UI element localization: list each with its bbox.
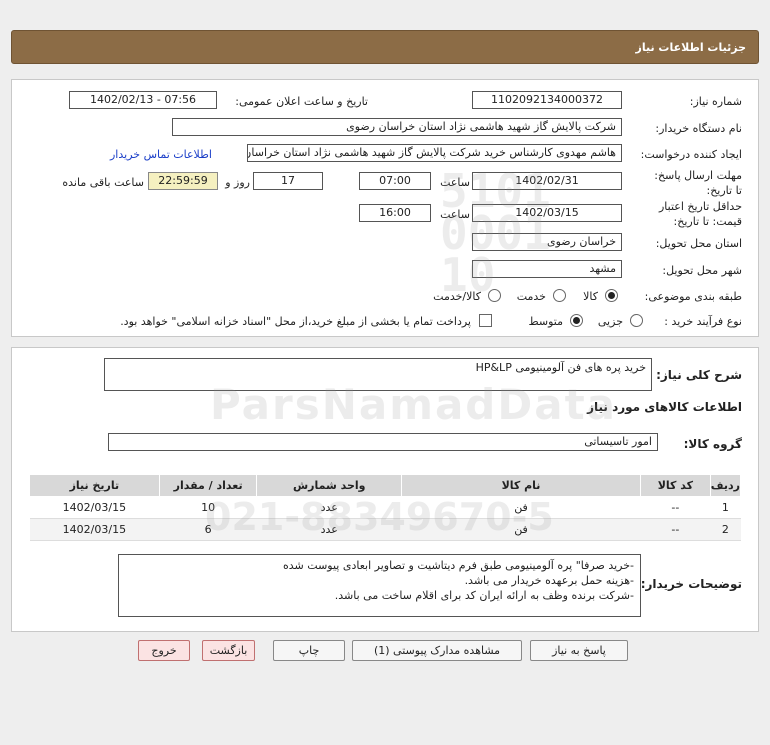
cell-row: 1 [710,496,741,519]
category-radio-service[interactable] [553,289,566,302]
days-label: روز و [225,176,250,189]
col-quantity: تعداد / مقدار [158,474,258,497]
print-button[interactable]: چاپ [273,640,345,661]
city-label: شهر محل تحویل: [662,264,742,277]
cell-name: فن [401,518,641,541]
category-radio-goods-service[interactable] [488,289,501,302]
exit-button[interactable]: خروج [138,640,190,661]
treasury-payment-checkbox[interactable] [479,314,492,327]
category-option-goods: کالا [583,290,598,303]
goods-group-label: گروه کالا: [683,437,742,451]
requester-field: هاشم مهدوی کارشناس خرید شرکت پالایش گاز … [247,144,622,162]
province-label: استان محل تحویل: [655,237,742,250]
category-label: طبقه بندی موضوعی: [644,290,742,303]
need-number-field: 1102092134000372 [472,91,622,109]
col-date: تاریخ نیاز [29,474,160,497]
cell-quantity: 10 [159,496,257,519]
cell-name: فن [401,496,641,519]
buyer-notes-box: -خرید صرفا" پره آلومینیومی طبق فرم دیتاش… [118,554,641,617]
buyer-org-label: نام دستگاه خریدار: [655,122,742,135]
reply-time-field: 07:00 [359,172,431,190]
province-field: خراسان رضوی [472,233,622,251]
goods-group-field: امور تاسیساتی [108,433,658,451]
col-name: نام کالا [400,474,642,497]
category-option-goods-service: کالا/خدمت [433,290,481,303]
cell-unit: عدد [256,496,402,519]
city-field: مشهد [472,260,622,278]
process-radio-minor[interactable] [630,314,643,327]
remaining-label: ساعت باقی مانده [62,176,144,189]
process-option-minor: جزیی [597,315,623,328]
reply-date-field: 1402/02/31 [472,172,622,190]
remaining-time-field: 22:59:59 [148,172,218,190]
summary-label: شرح کلی نیاز: [656,368,742,382]
cell-date: 1402/03/15 [29,496,160,519]
reply-deadline-label: مهلت ارسال پاسخ: تا تاریخ: [654,169,742,197]
page-header: جزئیات اطلاعات نیاز [11,30,759,64]
goods-section-title: اطلاعات کالاهای مورد نیاز [587,400,742,414]
cell-row: 2 [710,518,741,541]
col-unit: واحد شمارش [256,474,402,497]
process-option-medium: متوسط [528,315,563,328]
need-number-label: شماره نیاز: [689,95,742,108]
reply-time-label: ساعت [440,176,470,189]
cell-quantity: 6 [159,518,257,541]
cell-code: -- [640,496,711,519]
page-title: جزئیات اطلاعات نیاز [635,41,747,54]
buyer-note-line: -شرکت برنده وظف به ارائه ایران کد برای ا… [334,589,634,602]
category-radio-goods[interactable] [605,289,618,302]
announce-label: تاریخ و ساعت اعلان عمومی: [235,95,368,108]
announce-field: 1402/02/13 - 07:56 [69,91,217,109]
table-row: 2 -- فن عدد 6 1402/03/15 [29,518,741,541]
price-validity-label: حداقل تاریخ اعتبار قیمت: تا تاریخ: [658,200,742,228]
category-option-service: خدمت [516,290,546,303]
buyer-org-field: شرکت پالایش گاز شهید هاشمی نژاد استان خر… [172,118,622,136]
days-field: 17 [253,172,323,190]
requester-label: ایجاد کننده درخواست: [640,148,742,161]
table-row: 1 -- فن عدد 10 1402/03/15 [29,496,741,519]
price-time-label: ساعت [440,208,470,221]
goods-table: ردیف کد کالا نام کالا واحد شمارش تعداد /… [29,474,742,541]
price-time-field: 16:00 [359,204,431,222]
buyer-note-line: -هزینه حمل برعهده خریدار می باشد. [464,574,634,587]
buyer-note-line: -خرید صرفا" پره آلومینیومی طبق فرم دیتاش… [283,559,634,572]
cell-code: -- [640,518,711,541]
buyer-notes-label: توضیحات خریدار: [640,577,742,591]
price-date-field: 1402/03/15 [472,204,622,222]
cell-date: 1402/03/15 [29,518,160,541]
col-row: ردیف [709,474,742,497]
contact-info-link[interactable]: اطلاعات تماس خریدار [110,148,212,161]
goods-table-header: ردیف کد کالا نام کالا واحد شمارش تعداد /… [29,474,742,497]
payment-note: پرداخت تمام یا بخشی از مبلغ خرید،از محل … [120,315,471,328]
attachments-button[interactable]: مشاهده مدارک پیوستی (1) [352,640,522,661]
reply-button[interactable]: پاسخ به نیاز [530,640,628,661]
process-label: نوع فرآیند خرید : [664,315,742,328]
col-code: کد کالا [640,474,711,497]
summary-field: خرید پره های فن آلومینیومی HP&LP [104,358,652,391]
process-radio-medium[interactable] [570,314,583,327]
back-button[interactable]: بازگشت [202,640,255,661]
cell-unit: عدد [256,518,402,541]
